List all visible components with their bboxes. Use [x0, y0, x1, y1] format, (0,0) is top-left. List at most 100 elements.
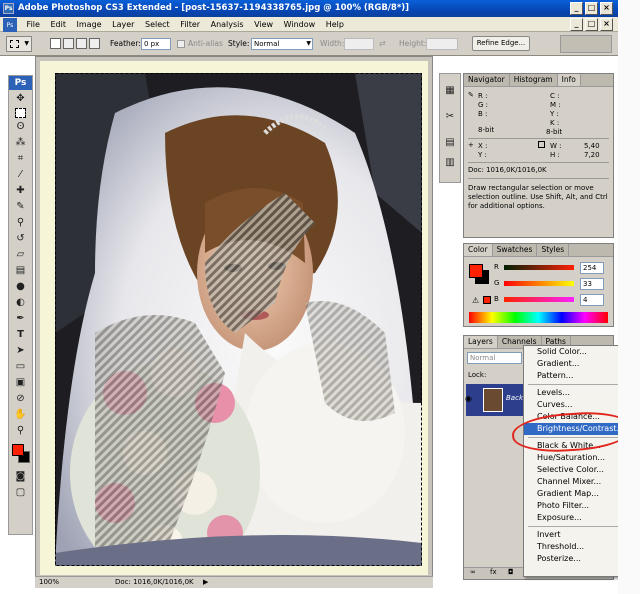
- layer-comps-icon[interactable]: ▤: [443, 136, 457, 150]
- menu-view[interactable]: View: [250, 17, 277, 32]
- tool-preset-picker[interactable]: ▼: [6, 36, 32, 52]
- tab-styles[interactable]: Styles: [537, 244, 570, 256]
- b-value[interactable]: 4: [580, 294, 604, 306]
- history-icon[interactable]: ▥: [443, 156, 457, 170]
- menu-window[interactable]: Window: [280, 17, 320, 32]
- info-tabs: Navigator Histogram Info: [464, 74, 613, 87]
- tab-info[interactable]: Info: [557, 74, 581, 86]
- menu-item-hue-saturation[interactable]: Hue/Saturation...: [524, 452, 632, 464]
- menu-item-photo-filter[interactable]: Photo Filter...: [524, 500, 632, 512]
- feather-field[interactable]: 0 px: [141, 38, 171, 50]
- eye-icon[interactable]: ◉: [465, 394, 472, 403]
- tab-swatches[interactable]: Swatches: [493, 244, 538, 256]
- r-slider[interactable]: [504, 265, 574, 270]
- subtract-selection-icon[interactable]: [76, 38, 87, 49]
- height-field[interactable]: [426, 38, 458, 50]
- mask-icon[interactable]: ◘: [508, 568, 514, 576]
- fx-icon[interactable]: fx: [490, 568, 497, 576]
- marquee-tool-icon[interactable]: [15, 108, 26, 118]
- shape-tool-icon[interactable]: ▭: [14, 360, 28, 374]
- menu-item-selective-color[interactable]: Selective Color...: [524, 464, 632, 476]
- zoom-level[interactable]: 100%: [39, 577, 59, 588]
- r-value[interactable]: 254: [580, 262, 604, 274]
- b-slider[interactable]: [504, 297, 574, 302]
- menu-item-exposure[interactable]: Exposure...: [524, 512, 632, 524]
- path-select-icon[interactable]: ➤: [14, 344, 28, 358]
- warning-icon[interactable]: ⚠: [472, 296, 479, 305]
- tab-color[interactable]: Color: [464, 244, 493, 256]
- pen-tool-icon[interactable]: ✒: [14, 312, 28, 326]
- menu-analysis[interactable]: Analysis: [207, 17, 248, 32]
- width-field[interactable]: [344, 38, 374, 50]
- g-slider[interactable]: [504, 281, 574, 286]
- color-ramp[interactable]: [469, 312, 608, 323]
- photo-canvas[interactable]: [55, 73, 422, 566]
- menu-item-channel-mixer[interactable]: Channel Mixer...: [524, 476, 632, 488]
- blend-mode-select[interactable]: Normal: [467, 352, 522, 364]
- intersect-selection-icon[interactable]: [89, 38, 100, 49]
- crop-tool-icon[interactable]: ⌗: [14, 152, 28, 166]
- link-icon[interactable]: ∞: [470, 568, 476, 576]
- dodge-tool-icon[interactable]: ◐: [14, 296, 28, 310]
- doc-close-button[interactable]: ×: [600, 18, 613, 31]
- menu-image[interactable]: Image: [73, 17, 106, 32]
- gamut-swatch[interactable]: [483, 296, 491, 304]
- tab-histogram[interactable]: Histogram: [510, 74, 558, 86]
- g-value[interactable]: 33: [580, 278, 604, 290]
- magic-wand-icon[interactable]: ⁂: [14, 136, 28, 150]
- minimize-button[interactable]: _: [570, 2, 583, 15]
- menu-help[interactable]: Help: [322, 17, 348, 32]
- type-tool-icon[interactable]: T: [14, 328, 28, 342]
- screen-mode-icon[interactable]: ▢: [14, 486, 28, 500]
- menu-file[interactable]: File: [23, 17, 44, 32]
- blur-tool-icon[interactable]: ●: [14, 280, 28, 294]
- menu-item-pattern[interactable]: Pattern...: [524, 370, 632, 382]
- eraser-tool-icon[interactable]: ▱: [14, 248, 28, 262]
- history-brush-icon[interactable]: ↺: [14, 232, 28, 246]
- refine-edge-button[interactable]: Refine Edge...: [472, 36, 530, 51]
- zoom-tool-icon[interactable]: ⚲: [14, 424, 28, 438]
- hand-tool-icon[interactable]: ✋: [14, 408, 28, 422]
- color-fg-swatch[interactable]: [469, 264, 483, 278]
- tab-layers[interactable]: Layers: [464, 336, 498, 348]
- tool-presets-icon[interactable]: ✂: [443, 110, 457, 124]
- healing-brush-icon[interactable]: ✚: [14, 184, 28, 198]
- slice-tool-icon[interactable]: ⁄: [14, 168, 28, 182]
- status-arrow-icon[interactable]: ▶: [203, 577, 208, 588]
- menu-layer[interactable]: Layer: [108, 17, 138, 32]
- clone-stamp-icon[interactable]: ⚲: [14, 216, 28, 230]
- quick-mask-icon[interactable]: ◙: [14, 470, 28, 484]
- menu-edit[interactable]: Edit: [46, 17, 70, 32]
- doc-minimize-button[interactable]: _: [570, 18, 583, 31]
- new-selection-icon[interactable]: [50, 38, 61, 49]
- brushes-icon[interactable]: ▦: [443, 84, 457, 98]
- menu-item-solid-color[interactable]: Solid Color...: [524, 346, 632, 358]
- tab-navigator[interactable]: Navigator: [464, 74, 510, 86]
- lasso-tool-icon[interactable]: ʘ: [14, 120, 28, 134]
- background-layer[interactable]: ◉ Backg: [465, 384, 527, 416]
- brush-tool-icon[interactable]: ✎: [14, 200, 28, 214]
- menu-item-levels[interactable]: Levels...: [524, 387, 632, 399]
- notes-tool-icon[interactable]: ▣: [14, 376, 28, 390]
- move-tool-icon[interactable]: ✥: [14, 92, 28, 106]
- foreground-color-swatch[interactable]: [12, 444, 24, 456]
- doc-icon[interactable]: Ps: [3, 18, 17, 33]
- menu-item-gradient[interactable]: Gradient...: [524, 358, 632, 370]
- menu-item-invert[interactable]: Invert: [524, 529, 632, 541]
- bride-photo: [55, 73, 422, 566]
- add-selection-icon[interactable]: [63, 38, 74, 49]
- swap-icon[interactable]: ⇄: [379, 39, 386, 48]
- doc-restore-button[interactable]: □: [585, 18, 598, 31]
- eyedropper-icon[interactable]: ⊘: [14, 392, 28, 406]
- antialias-checkbox[interactable]: [177, 40, 185, 48]
- menu-filter[interactable]: Filter: [176, 17, 204, 32]
- menu-item-posterize[interactable]: Posterize...: [524, 553, 632, 565]
- maximize-button[interactable]: □: [585, 2, 598, 15]
- menu-item-threshold[interactable]: Threshold...: [524, 541, 632, 553]
- menu-select[interactable]: Select: [141, 17, 174, 32]
- menu-item-curves[interactable]: Curves...: [524, 399, 632, 411]
- menu-item-gradient-map[interactable]: Gradient Map...: [524, 488, 632, 500]
- gradient-tool-icon[interactable]: ▤: [14, 264, 28, 278]
- style-select[interactable]: Normal ▼: [251, 38, 313, 50]
- close-button[interactable]: ×: [600, 2, 613, 15]
